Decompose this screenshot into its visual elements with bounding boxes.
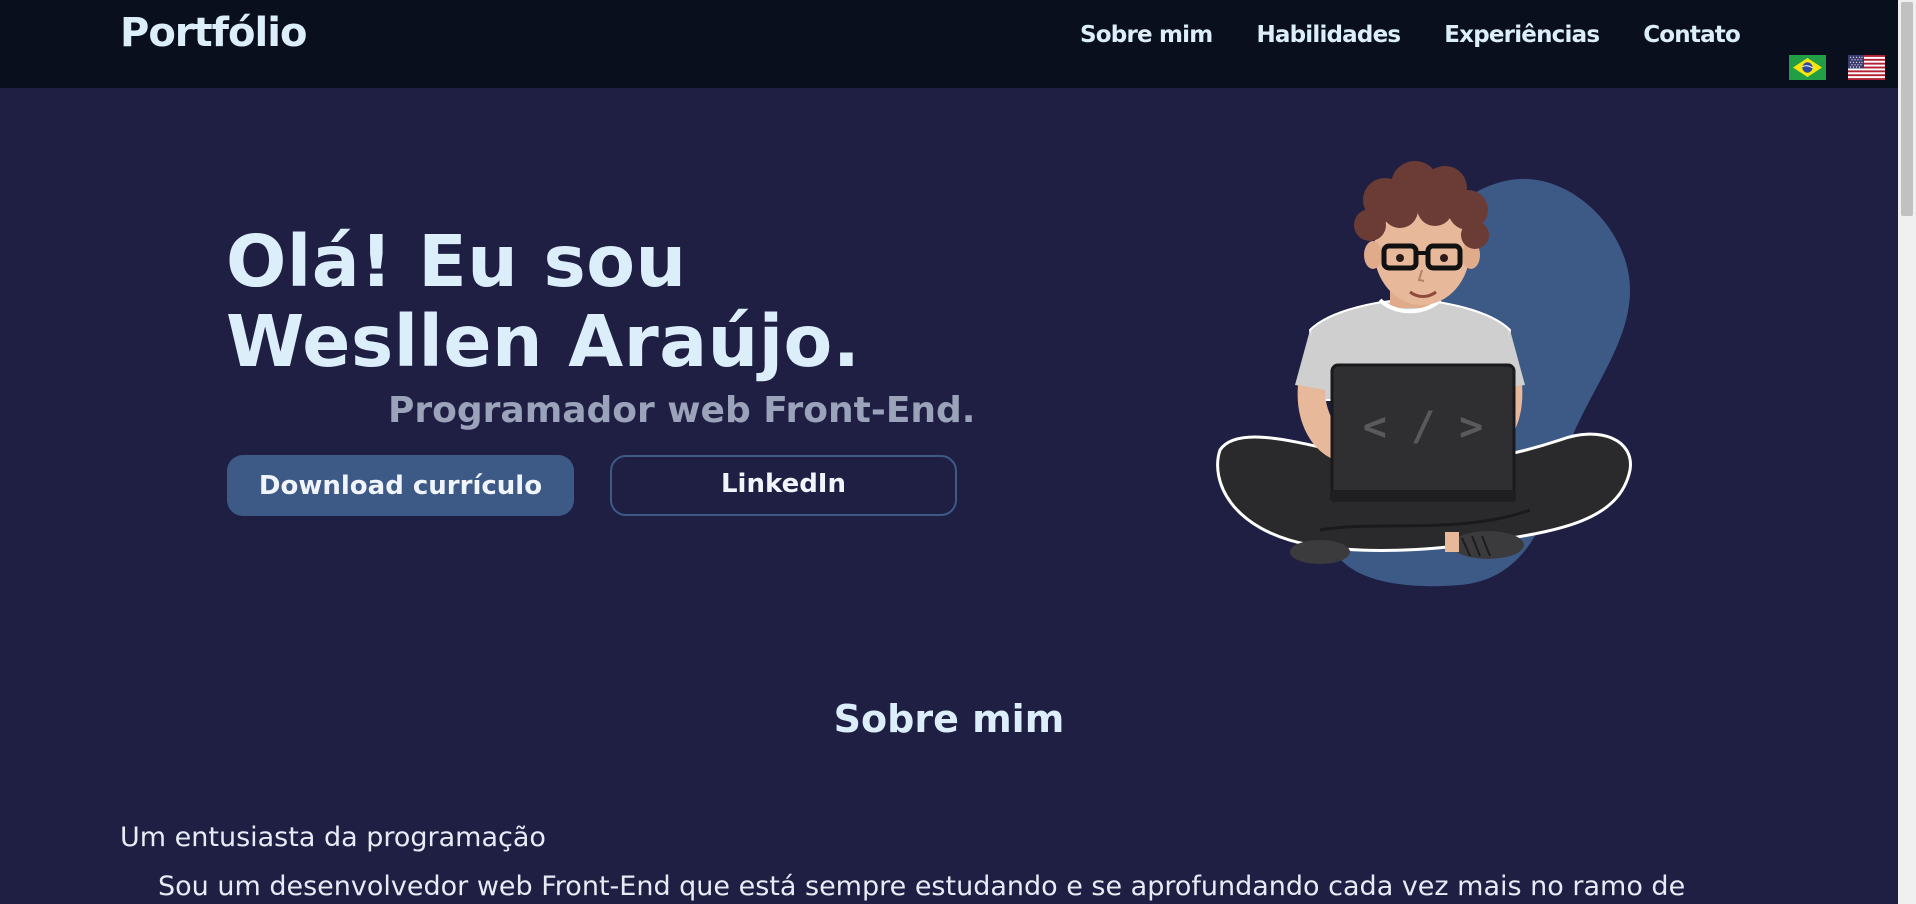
page-scrollbar[interactable]	[1898, 0, 1916, 904]
nav-link-sobre-mim[interactable]: Sobre mim	[1080, 22, 1213, 48]
developer-illustration: < / >	[1216, 161, 1632, 587]
about-text: Sou um desenvolvedor web Front-End que e…	[158, 871, 1686, 902]
laptop-code-text: < / >	[1363, 404, 1483, 450]
nav-link-habilidades[interactable]: Habilidades	[1256, 22, 1401, 48]
nav-menu: Sobre mim Habilidades Experiências Conta…	[1080, 22, 1741, 48]
nav-link-experiencias[interactable]: Experiências	[1444, 22, 1600, 48]
nav-link-contato[interactable]: Contato	[1643, 22, 1741, 48]
brand-logo[interactable]: Portfólio	[120, 10, 307, 56]
hero-title: Olá! Eu sou Wesllen Araújo.	[226, 222, 860, 382]
page: Portfólio Sobre mim Habilidades Experiên…	[0, 0, 1916, 904]
us-flag-icon[interactable]	[1848, 55, 1885, 80]
about-heading: Um entusiasta da programação	[120, 822, 546, 853]
hero-subtitle: Programador web Front-End.	[388, 390, 976, 431]
download-resume-button[interactable]: Download currículo	[227, 455, 574, 516]
hero-title-line-1: Olá! Eu sou	[226, 220, 687, 303]
navbar: Portfólio Sobre mim Habilidades Experiên…	[0, 0, 1898, 88]
scrollbar-thumb[interactable]	[1901, 2, 1913, 216]
hero-title-line-2: Wesllen Araújo.	[226, 300, 861, 383]
section-title-sobre-mim: Sobre mim	[833, 697, 1065, 741]
linkedin-button[interactable]: LinkedIn	[610, 455, 957, 516]
brazil-flag-icon[interactable]	[1789, 55, 1826, 80]
